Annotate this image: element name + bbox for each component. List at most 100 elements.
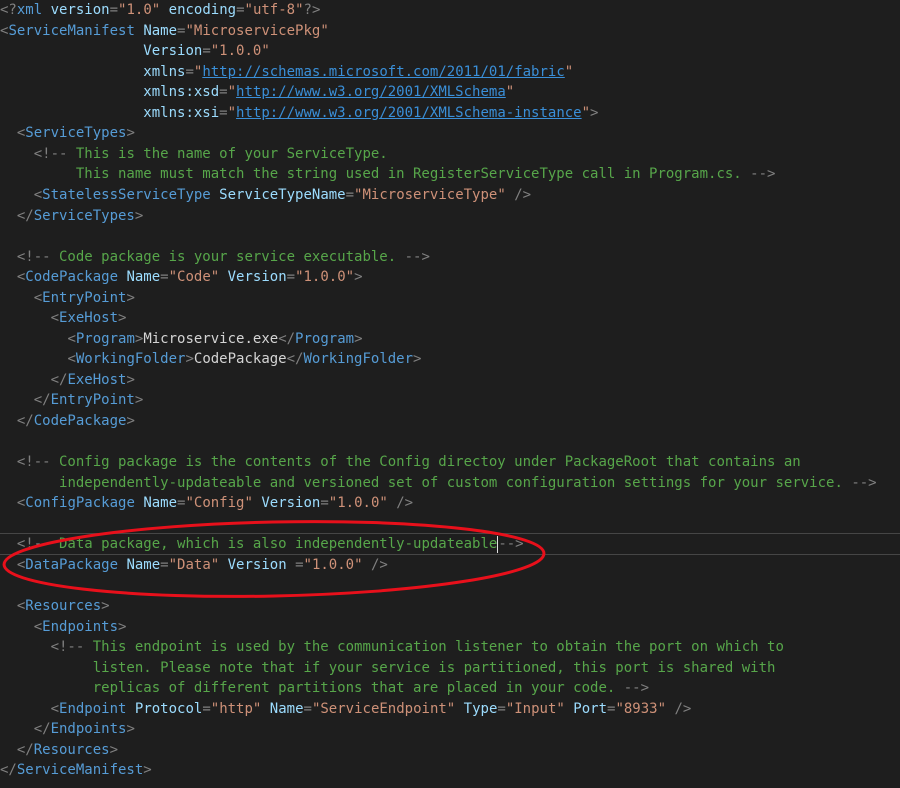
code-line[interactable]: This name must match the string used in … [0, 164, 776, 184]
hyperlink[interactable]: http://www.w3.org/2001/XMLSchema-instanc… [236, 105, 582, 121]
code-token: version [50, 2, 110, 18]
code-line[interactable]: <StatelessServiceType ServiceTypeName="M… [0, 185, 531, 205]
code-line[interactable]: <Resources> [0, 596, 110, 616]
code-line[interactable]: <Endpoints> [0, 617, 127, 637]
code-line[interactable]: <!-- Data package, which is also indepen… [0, 534, 524, 554]
code-line[interactable]: <Program>Microservice.exe</Program> [0, 329, 362, 349]
code-token: "1.0.0" [303, 556, 363, 573]
code-token: "ServiceEndpoint" [311, 700, 456, 717]
code-token: ServiceManifest [16, 762, 144, 779]
code-line[interactable]: </Resources> [0, 740, 118, 760]
code-token: = [160, 556, 169, 573]
code-line[interactable]: xmlns:xsd="http://www.w3.org/2001/XMLSch… [0, 82, 514, 102]
code-line[interactable]: <?xml version="1.0" encoding="utf-8"?> [0, 0, 320, 20]
hyperlink[interactable]: http://schemas.microsoft.com/2011/01/fab… [202, 64, 564, 80]
code-token: Endpoint [59, 700, 127, 717]
hyperlink[interactable]: http://www.w3.org/2001/XMLSchema [236, 84, 506, 100]
code-token: DataPackage [25, 556, 119, 573]
code-line[interactable]: <ConfigPackage Name="Config" Version="1.… [0, 493, 413, 513]
code-token: Resources [25, 597, 102, 614]
code-token: </ [286, 351, 304, 368]
code-line[interactable]: <!-- Code package is your service execut… [0, 247, 430, 267]
code-token: Name [126, 269, 161, 286]
code-line[interactable]: Version="1.0.0" [0, 41, 269, 61]
code-token: = [202, 700, 211, 717]
code-line[interactable]: </ServiceManifest> [0, 760, 152, 780]
code-line[interactable]: replicas of different partitions that ar… [0, 678, 649, 698]
code-token: WorkingFolder [303, 351, 414, 368]
code-line[interactable]: <ExeHost> [0, 308, 127, 328]
code-token: xmlns [143, 63, 186, 80]
code-line[interactable]: <ServiceTypes> [0, 123, 135, 143]
code-line[interactable]: </ServiceTypes> [0, 206, 143, 226]
xml-code-editor[interactable]: <?xml version="1.0" encoding="utf-8"?> <S… [0, 0, 900, 788]
code-token: Version [143, 43, 203, 60]
code-line[interactable]: <DataPackage Name="Data" Version ="1.0.0… [0, 555, 388, 575]
code-line[interactable]: xmlns:xsi="http://www.w3.org/2001/XMLSch… [0, 103, 598, 123]
code-line[interactable]: xmlns= "http://schemas.microsoft.com/2011… [0, 62, 573, 82]
code-line[interactable]: <WorkingFolder>CodePackage</WorkingFolde… [0, 349, 421, 369]
code-token: encoding [168, 2, 237, 18]
code-token: --> [750, 166, 776, 183]
code-line[interactable]: <!-- Config package is the contents of t… [0, 452, 801, 472]
code-token: "Code" [168, 269, 220, 286]
code-token: " [227, 104, 237, 121]
code-token: Data package, which is also independentl… [50, 536, 498, 553]
code-token: xmlns:xsd [143, 84, 220, 101]
code-token: "1.0.0" [328, 495, 388, 512]
code-line[interactable]: <CodePackage Name="Code" Version="1.0.0"… [0, 267, 363, 287]
code-line[interactable]: </ExeHost> [0, 370, 135, 390]
code-token: > [126, 721, 135, 738]
code-token: </ [0, 762, 17, 779]
code-token: "Data" [168, 556, 220, 573]
code-token: --> [498, 536, 524, 553]
code-token: = [202, 43, 211, 60]
code-token: "utf-8" [244, 2, 304, 18]
code-line[interactable]: </EntryPoint> [0, 390, 144, 410]
code-token: xmlns:xsi [143, 104, 220, 121]
code-token: WorkingFolder [75, 351, 186, 368]
code-line[interactable]: </Endpoints> [0, 719, 135, 739]
code-line[interactable]: listen. Please note that if your service… [0, 658, 776, 678]
code-line[interactable]: <EntryPoint> [0, 288, 135, 308]
code-line[interactable]: <!-- This endpoint is used by the commun… [0, 637, 784, 657]
code-token: > [126, 371, 135, 388]
code-token: = [303, 700, 312, 717]
code-line[interactable]: <ServiceManifest Name="MicroservicePkg" [0, 21, 329, 41]
code-token: ExeHost [59, 310, 119, 327]
code-token: Version [261, 495, 321, 512]
code-line[interactable]: <Endpoint Protocol="http" Name="ServiceE… [0, 699, 692, 719]
code-line[interactable]: </CodePackage> [0, 411, 135, 431]
code-token: = [320, 495, 329, 512]
code-token: StatelessServiceType [42, 186, 211, 203]
code-token: <!-- [50, 639, 85, 656]
code-line[interactable]: <!-- This is the name of your ServiceTyp… [0, 144, 388, 164]
code-token: <!-- [16, 454, 51, 471]
code-token: > [590, 104, 599, 121]
current-line-border-top [0, 533, 900, 535]
code-token: ServiceTypes [33, 207, 135, 224]
code-token: > [134, 392, 144, 409]
code-token: /> [370, 556, 388, 573]
code-token: EntryPoint [50, 392, 135, 409]
code-token: /> [396, 495, 414, 512]
code-token: <? [0, 2, 17, 18]
code-line[interactable]: independently-updateable and versioned s… [0, 473, 877, 493]
code-token: = [497, 700, 506, 717]
